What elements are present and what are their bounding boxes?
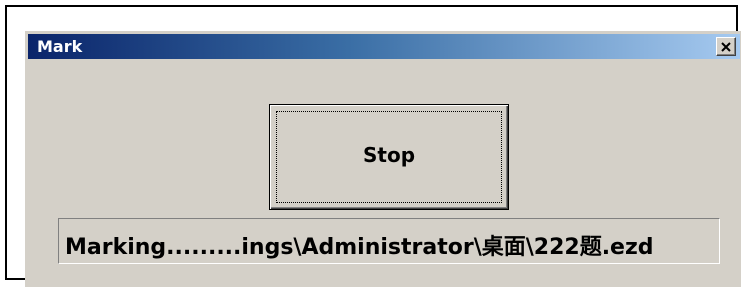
close-x-icon: [721, 42, 731, 52]
status-field: Marking.........ings\Administrator\桌面\22…: [58, 218, 720, 264]
title-bar[interactable]: Mark: [28, 34, 740, 59]
mark-dialog: Mark Stop Marking.........ings\Administr…: [25, 31, 741, 287]
status-text: Marking.........ings\Administrator\桌面\22…: [65, 235, 654, 260]
stop-button[interactable]: Stop: [269, 104, 509, 210]
close-button[interactable]: [716, 37, 736, 56]
stop-button-label: Stop: [362, 143, 416, 167]
screenshot-frame: Mark Stop Marking.........ings\Administr…: [5, 5, 741, 287]
window-title: Mark: [37, 37, 83, 56]
